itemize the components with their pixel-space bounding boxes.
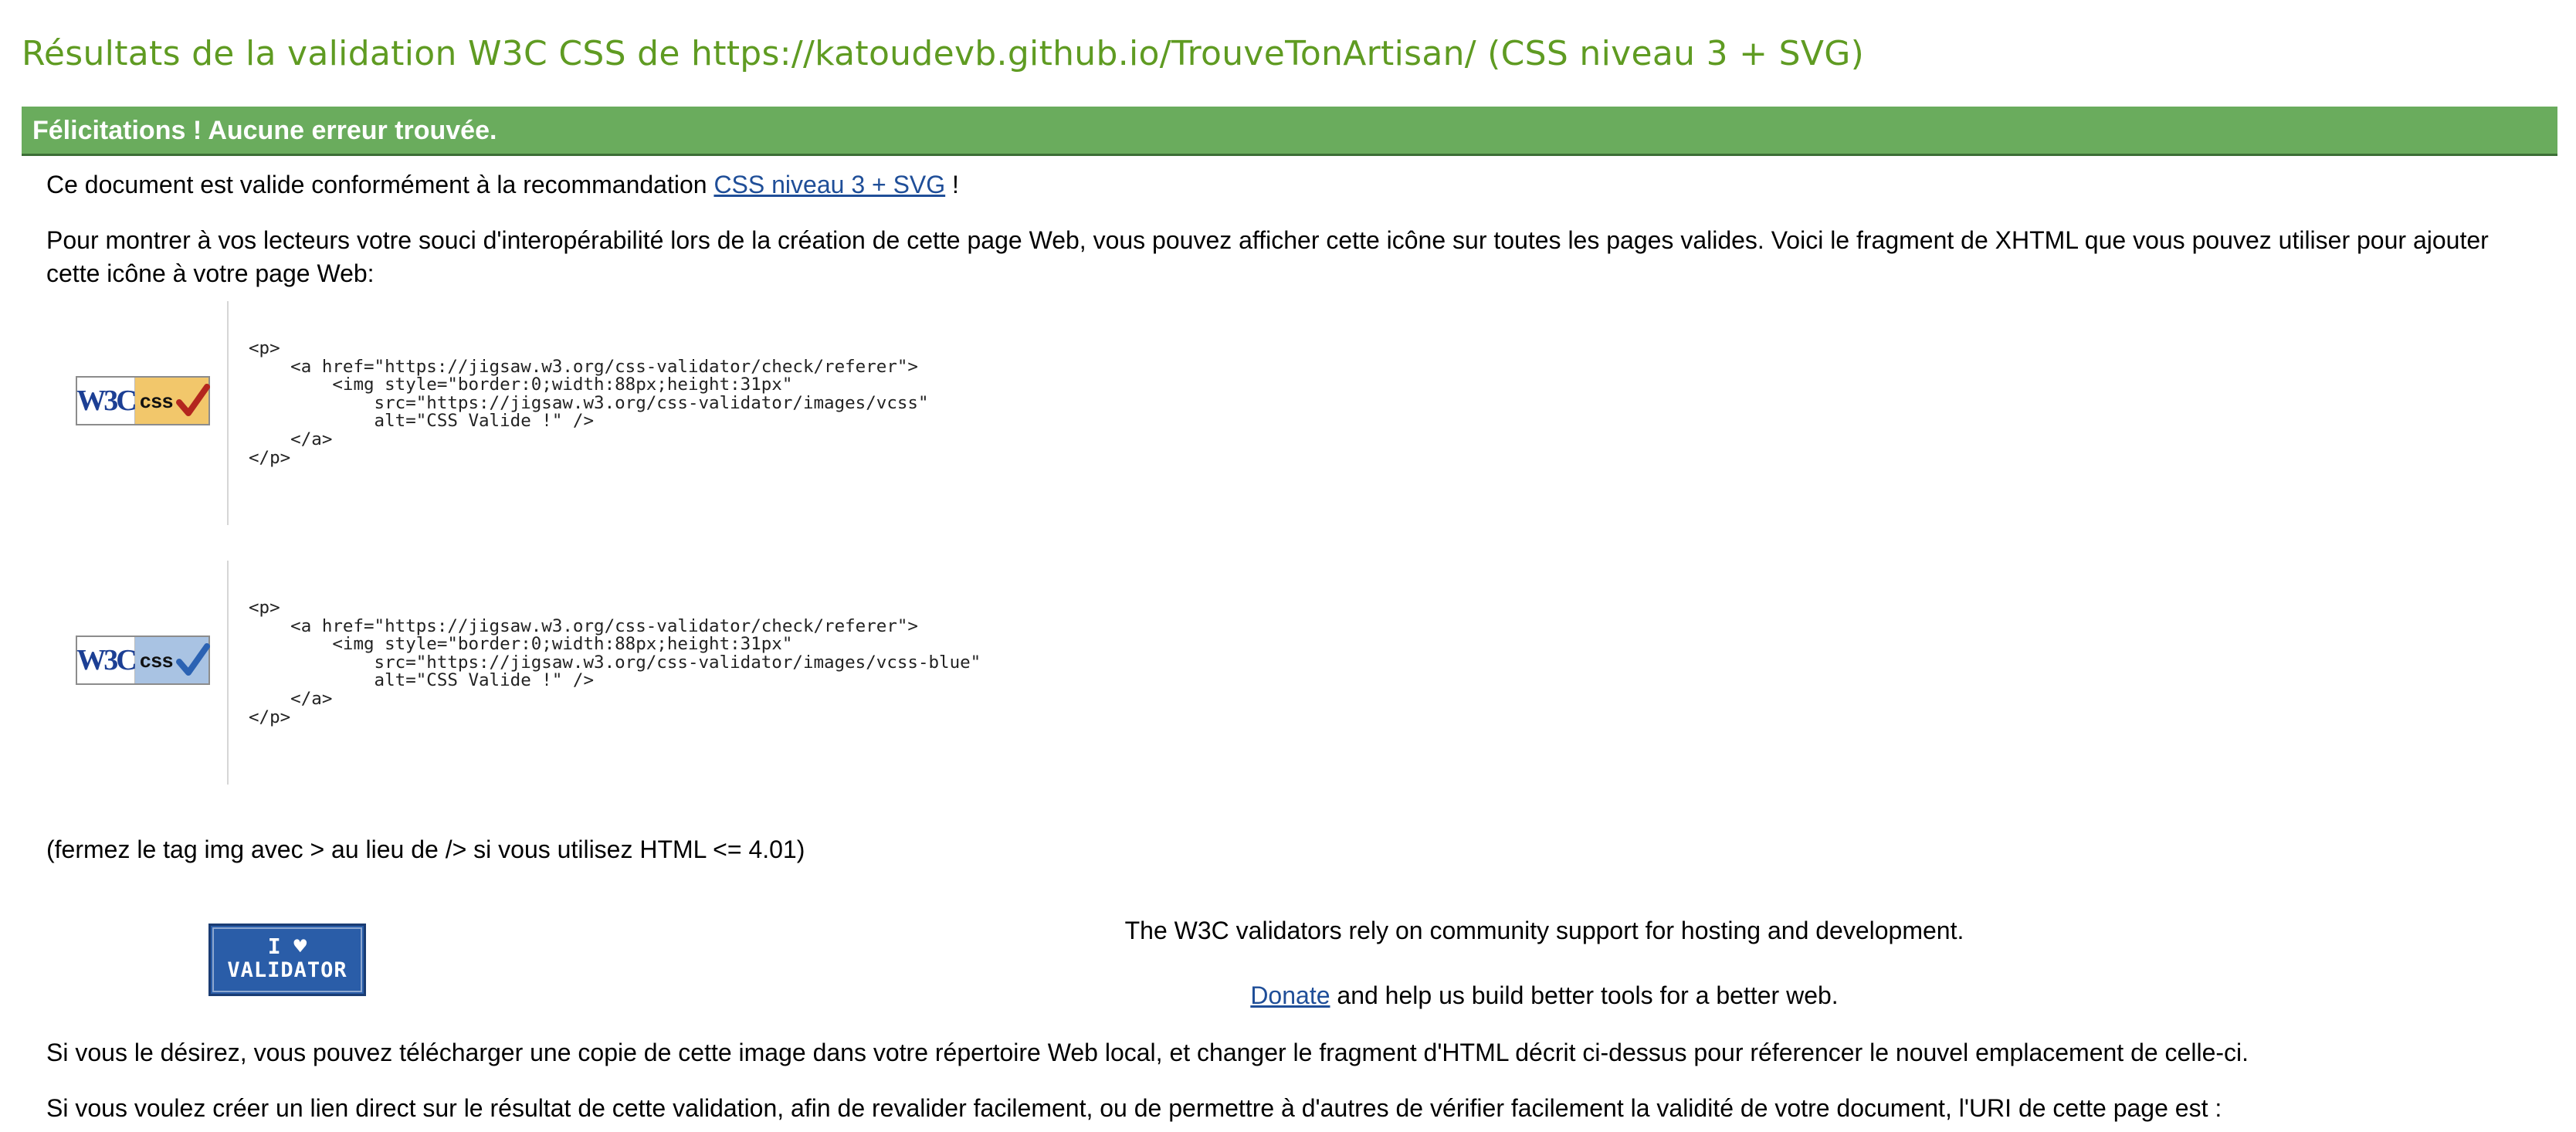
validator-badge-line2: VALIDATOR xyxy=(227,958,347,982)
interop-paragraph: Pour montrer à vos lecteurs votre souci … xyxy=(46,226,2489,287)
donate-suffix: and help us build better tools for a bet… xyxy=(1337,981,1839,1009)
css-valid-badge-gold[interactable]: W3C css xyxy=(76,376,210,425)
w3c-logo: W3C xyxy=(76,637,137,683)
css-label: css xyxy=(135,378,210,424)
w3c-logo: W3C xyxy=(76,378,137,424)
valid-statement-suffix: ! xyxy=(952,171,959,198)
validation-page: Résultats de la validation W3C CSS de ht… xyxy=(0,0,2576,1132)
i-love-validator-badge[interactable]: I ♥ VALIDATOR xyxy=(208,924,366,996)
css-label-text: css xyxy=(140,648,174,672)
css-level-link[interactable]: CSS niveau 3 + SVG xyxy=(713,171,945,198)
code-snippet-blue: <p> <a href="https://jigsaw.w3.org/css-v… xyxy=(227,561,981,785)
donate-link[interactable]: Donate xyxy=(1250,981,1330,1009)
css-label: css xyxy=(135,637,210,683)
success-banner: Félicitations ! Aucune erreur trouvée. xyxy=(22,107,2557,156)
uri-paragraph: Si vous voulez créer un lien direct sur … xyxy=(46,1094,2222,1122)
donate-line: Donate and help us build better tools fo… xyxy=(772,979,2317,1012)
code-snippet-blue-text: <p> <a href="https://jigsaw.w3.org/css-v… xyxy=(249,598,981,727)
download-paragraph: Si vous le désirez, vous pouvez téléchar… xyxy=(46,1039,2249,1066)
css-valid-badge-blue[interactable]: W3C css xyxy=(76,635,210,685)
validator-badge-line1: I ♥ xyxy=(267,934,307,959)
code-snippet-gold: <p> <a href="https://jigsaw.w3.org/css-v… xyxy=(227,301,929,525)
checkmark-icon xyxy=(176,643,210,676)
css-label-text: css xyxy=(140,388,174,412)
code-snippet-gold-text: <p> <a href="https://jigsaw.w3.org/css-v… xyxy=(249,338,929,468)
valid-statement-prefix: Ce document est valide conformément à la… xyxy=(46,171,707,198)
support-text: The W3C validators rely on community sup… xyxy=(1124,917,1964,944)
close-tag-note: (fermez le tag img avec > au lieu de /> … xyxy=(46,835,805,863)
valid-statement: Ce document est valide conformément à la… xyxy=(46,168,959,202)
page-title: Résultats de la validation W3C CSS de ht… xyxy=(22,34,1865,73)
checkmark-icon xyxy=(176,384,210,416)
